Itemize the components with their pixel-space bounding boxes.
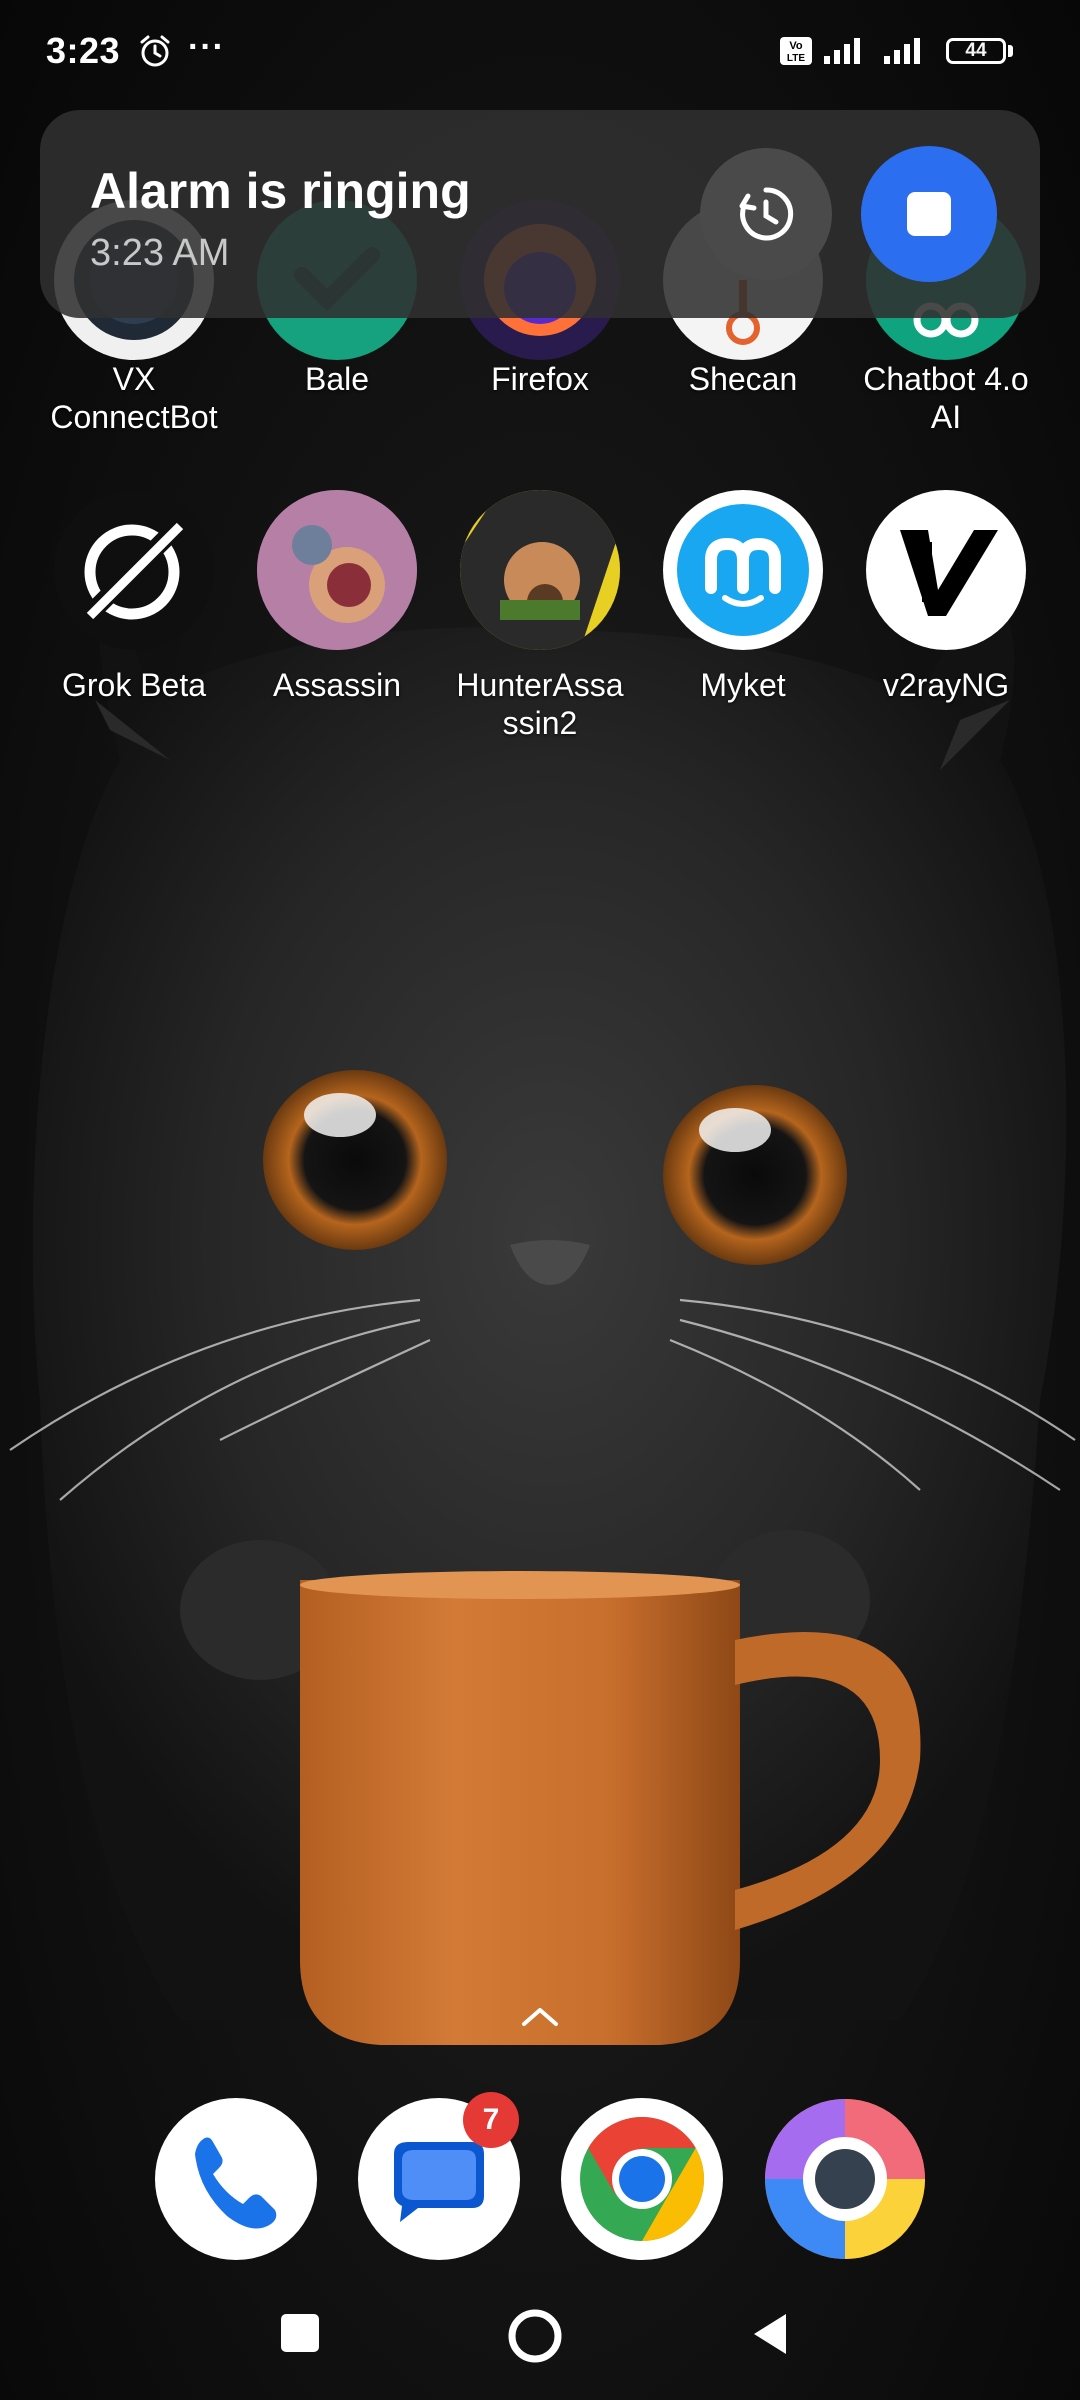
grok-icon <box>54 490 214 650</box>
svg-text:LTE: LTE <box>787 53 805 64</box>
dock-phone[interactable] <box>155 2098 317 2260</box>
battery-level: 44 <box>965 40 987 61</box>
app-label: v2rayNG <box>882 667 1010 703</box>
dock-messages[interactable]: 7 <box>358 2092 520 2260</box>
app-label: Firefox <box>491 361 589 397</box>
assassin-icon <box>257 490 417 650</box>
more-dots-icon: ··· <box>188 28 225 66</box>
camera-icon <box>765 2099 925 2259</box>
phone-icon <box>195 2137 277 2229</box>
app-label: Shecan <box>688 361 798 397</box>
home-button[interactable] <box>505 2306 565 2366</box>
app-label: HunterAssa ssin2 <box>456 667 624 741</box>
app-label: Assassin <box>272 667 402 703</box>
svg-text:Vo: Vo <box>789 40 803 52</box>
volte-icon: Vo LTE <box>780 37 812 65</box>
app-label: VX ConnectBot <box>50 361 218 435</box>
alarm-clock-icon <box>140 35 170 67</box>
v2rayng-icon <box>866 490 1026 650</box>
messages-badge: 7 <box>463 2092 519 2148</box>
home-screen: 3:23 ··· Vo LTE 44 VX ConnectBot Bale Fi… <box>0 0 1080 2400</box>
battery-nub <box>1008 45 1013 57</box>
recent-apps-button[interactable] <box>281 2314 319 2352</box>
alarm-notification[interactable]: Alarm is ringing 3:23 AM <box>40 110 1040 318</box>
app-label: Bale <box>304 361 370 397</box>
battery-indicator: 44 <box>946 38 1006 64</box>
back-button[interactable] <box>748 2310 792 2358</box>
status-bar: 3:23 ··· Vo LTE 44 <box>0 0 1080 100</box>
app-label: Chatbot 4.o AI <box>863 361 1029 435</box>
chrome-icon <box>580 2117 705 2241</box>
app-label: Grok Beta <box>61 667 207 703</box>
dock-camera[interactable] <box>764 2098 926 2260</box>
signal-strength-icon-2 <box>884 38 920 64</box>
status-time: 3:23 <box>46 30 121 71</box>
notification-time: 3:23 AM <box>90 232 230 274</box>
signal-strength-icon <box>824 38 860 64</box>
stop-icon <box>907 192 951 236</box>
snooze-button[interactable] <box>700 148 832 280</box>
myket-icon <box>663 490 823 650</box>
dock-chrome[interactable] <box>561 2098 723 2260</box>
hunter-assassin-2-icon <box>460 490 620 650</box>
chevron-up-icon[interactable] <box>520 2004 560 2028</box>
notification-title: Alarm is ringing <box>90 163 471 219</box>
snooze-timer-icon <box>739 187 794 241</box>
stop-alarm-button[interactable] <box>861 146 997 282</box>
app-label: Myket <box>700 667 786 703</box>
